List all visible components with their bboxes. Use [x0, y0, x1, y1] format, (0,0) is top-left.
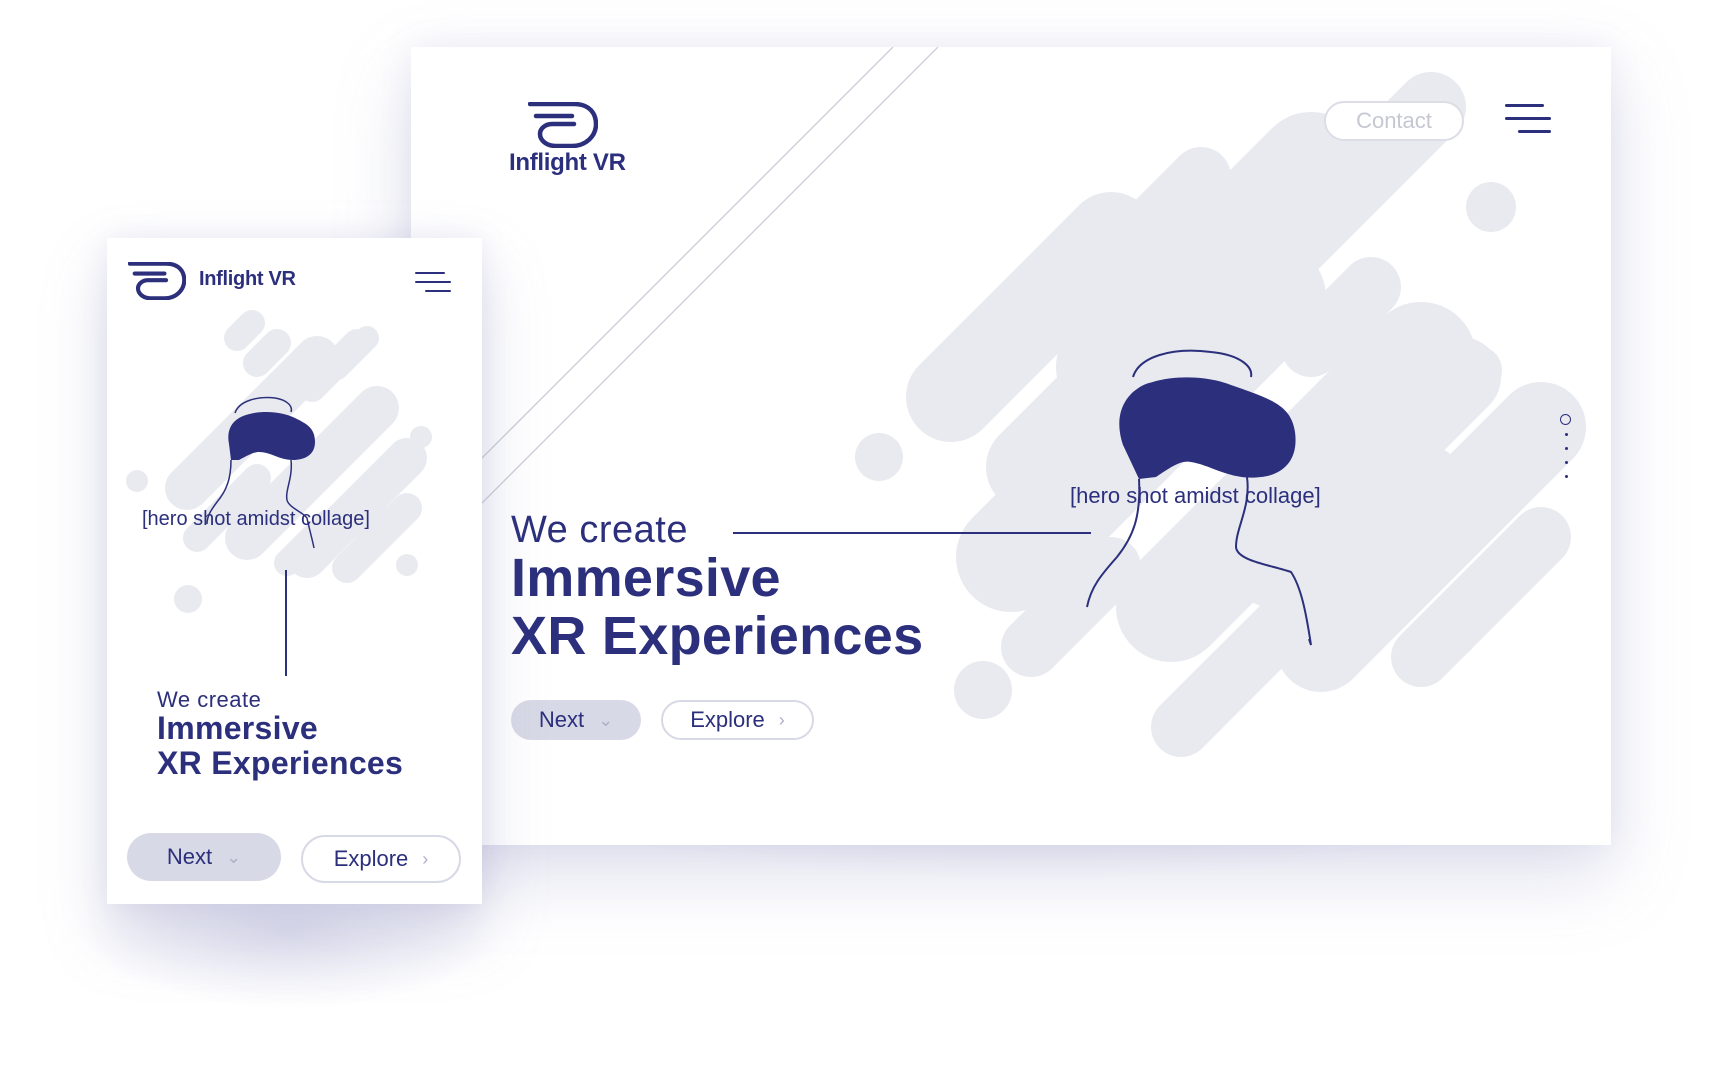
next-button[interactable]: Next ⌄	[511, 700, 641, 740]
hero-headline-line2: XR Experiences	[157, 745, 404, 781]
chevron-down-icon: ⌄	[226, 847, 242, 867]
next-button-label: Next	[166, 844, 213, 869]
hero-headline-line1: Immersive	[511, 548, 781, 608]
hero-headline-line1: Immersive	[157, 710, 319, 746]
explore-button-label: Explore	[333, 846, 409, 871]
chevron-right-icon: ›	[422, 849, 429, 869]
brand-name[interactable]: Inflight VR	[509, 149, 626, 177]
explore-button[interactable]: Explore ›	[661, 700, 814, 740]
hero-headline-line2: XR Experiences	[511, 606, 924, 666]
pager-dot[interactable]	[1565, 475, 1568, 478]
pager-dot[interactable]	[1565, 447, 1568, 450]
logo-mark-icon[interactable]	[128, 262, 186, 300]
next-button[interactable]: Next ⌄	[127, 833, 281, 881]
mobile-background-art	[126, 310, 432, 676]
pager-dot-active[interactable]	[1560, 414, 1571, 425]
hero-image-caption: [hero shot amidst collage]	[1070, 483, 1321, 508]
pager-dot[interactable]	[1565, 461, 1568, 464]
mobile-mockup: Inflight VR [hero shot amidst collage] W…	[107, 238, 482, 904]
logo-mark-icon[interactable]	[528, 102, 598, 148]
brand-name[interactable]: Inflight VR	[199, 268, 296, 291]
pager-dot[interactable]	[1565, 433, 1568, 436]
chevron-down-icon: ⌄	[598, 710, 614, 730]
explore-button-label: Explore	[690, 707, 765, 732]
next-button-label: Next	[538, 707, 585, 732]
contact-button[interactable]: Contact	[1324, 101, 1464, 141]
hero-image-caption: [hero shot amidst collage]	[142, 508, 370, 530]
desktop-mockup: Inflight VR Contact [hero shot amidst co…	[411, 47, 1611, 845]
chevron-right-icon: ›	[778, 710, 785, 730]
hero-intro: We create	[511, 509, 688, 551]
explore-button[interactable]: Explore ›	[301, 835, 461, 883]
